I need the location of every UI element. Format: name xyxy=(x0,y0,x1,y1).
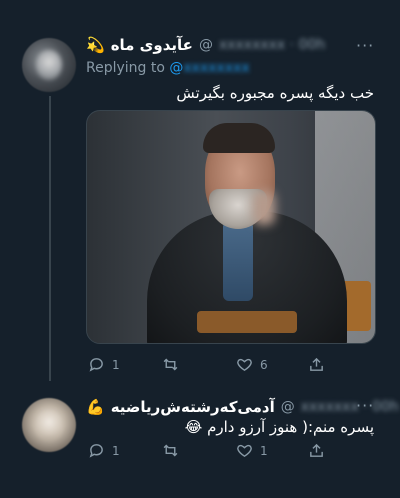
avatar[interactable] xyxy=(22,38,76,92)
retweet-action[interactable] xyxy=(162,442,186,459)
reply-icon xyxy=(89,444,103,458)
share-icon xyxy=(310,357,323,371)
more-options-icon[interactable]: ··· xyxy=(356,396,374,415)
reply-icon xyxy=(89,358,103,372)
retweet-action[interactable] xyxy=(162,356,186,373)
handle[interactable]: @ xyxy=(281,399,295,415)
share-action[interactable] xyxy=(308,356,325,373)
avatar[interactable] xyxy=(22,398,76,452)
retweet-icon xyxy=(163,358,178,371)
display-name[interactable]: عآیدوی ماه xyxy=(111,36,193,54)
replying-handle-blurred: xxxxxxxx xyxy=(183,60,250,76)
share-action[interactable] xyxy=(308,442,325,459)
like-action[interactable]: 6 xyxy=(236,356,268,373)
tweet-text: پسره منم:( هنوز آرزو دارم 😂 xyxy=(84,418,374,436)
more-options-icon[interactable]: ··· xyxy=(356,36,374,55)
author-row: 💪 آدمی‌که‌رشته‌ش‌ریاضیه @ xxxxxxx · 00h xyxy=(86,398,399,416)
reply-count: 1 xyxy=(112,357,120,372)
thread-connector-line xyxy=(49,96,51,381)
handle[interactable]: @ xyxy=(199,37,213,53)
share-icon xyxy=(310,443,323,457)
reply-action[interactable]: 1 xyxy=(88,442,120,459)
retweet-icon xyxy=(163,444,178,457)
handle-blurred: xxxxxxxx · 00h xyxy=(218,37,326,53)
display-name[interactable]: آدمی‌که‌رشته‌ش‌ریاضیه xyxy=(111,398,275,416)
tweet-text-content: پسره منم:( هنوز آرزو دارم xyxy=(207,418,374,436)
heart-icon xyxy=(237,358,252,372)
tweet-text: خب دیگه پسره مجبوره بگیرتش xyxy=(176,84,374,102)
reply-count: 1 xyxy=(112,443,120,458)
like-count: 6 xyxy=(260,357,268,372)
replying-handle[interactable]: @ xyxy=(169,60,183,76)
author-row: 💫 عآیدوی ماه @ xxxxxxxx · 00h xyxy=(86,36,325,54)
like-action[interactable]: 1 xyxy=(236,442,268,459)
replying-label: Replying to xyxy=(86,60,165,76)
handle-blurred: xxxxxxx · 00h xyxy=(300,399,399,415)
tears-of-joy-emoji: 😂 xyxy=(184,418,203,436)
tweet-media-image[interactable] xyxy=(86,110,376,344)
like-count: 1 xyxy=(260,443,268,458)
flexed-biceps-emoji: 💪 xyxy=(86,398,105,416)
sparkle-emoji: 💫 xyxy=(86,36,105,54)
heart-icon xyxy=(237,444,252,458)
replying-to: Replying to @xxxxxxxx xyxy=(86,60,250,76)
reply-action[interactable]: 1 xyxy=(88,356,120,373)
